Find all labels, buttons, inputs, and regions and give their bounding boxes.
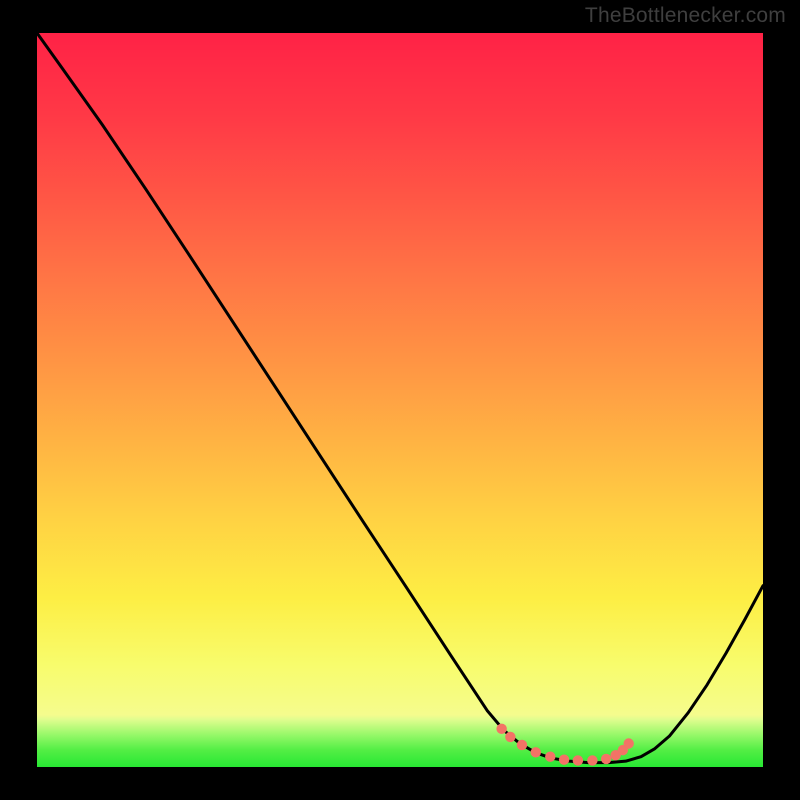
dot-point	[496, 724, 506, 734]
dot-point	[587, 755, 597, 765]
dot-point	[531, 747, 541, 757]
attribution-text: TheBottlenecker.com	[585, 4, 786, 28]
page-root: TheBottlenecker.com	[0, 0, 800, 800]
dot-point	[505, 732, 515, 742]
dot-point	[601, 754, 611, 764]
chart-area	[37, 33, 763, 767]
dot-point	[517, 740, 527, 750]
dot-point	[545, 752, 555, 762]
chart-svg	[37, 33, 763, 767]
dot-point	[559, 754, 569, 764]
dot-point	[573, 755, 583, 765]
dot-point	[623, 738, 633, 748]
chart-background	[37, 33, 763, 767]
